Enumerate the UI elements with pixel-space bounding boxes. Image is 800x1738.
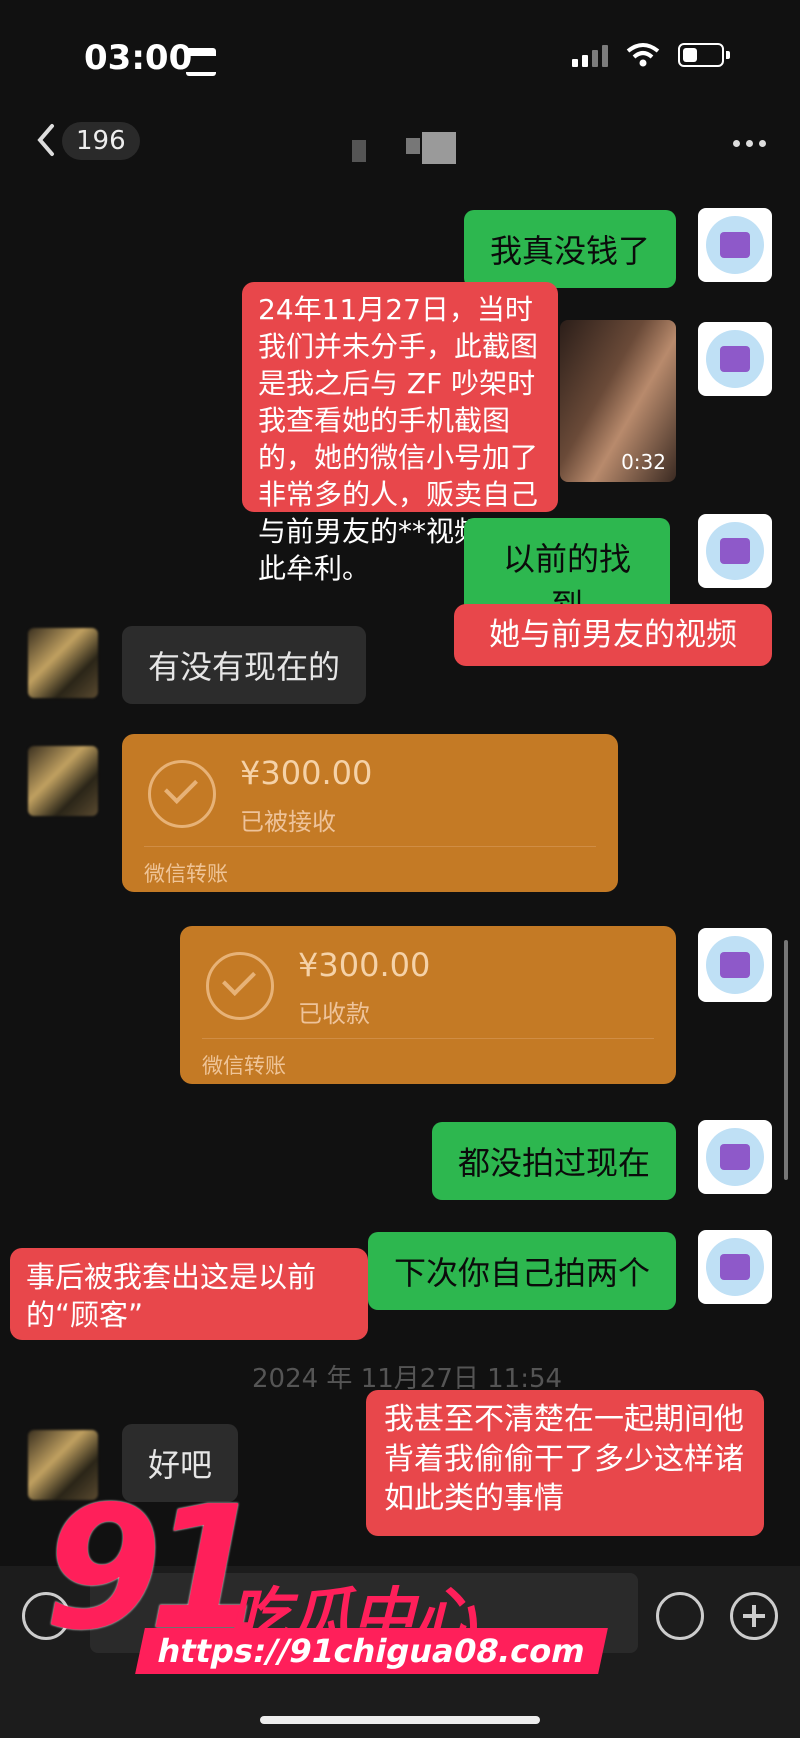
self-avatar[interactable] xyxy=(698,208,772,282)
contact-avatar[interactable] xyxy=(28,746,98,816)
watermark-url: https://91chigua08.com xyxy=(135,1628,608,1674)
transfer-amount: ¥300.00 xyxy=(298,946,431,984)
self-avatar[interactable] xyxy=(698,1230,772,1304)
transfer-amount: ¥300.00 xyxy=(240,754,373,792)
status-icons xyxy=(572,42,730,68)
scrollbar[interactable] xyxy=(784,940,788,1180)
transfer-label: 微信转账 xyxy=(202,1054,286,1078)
home-indicator xyxy=(260,1716,540,1724)
sleep-icon xyxy=(186,48,216,76)
transfer-status: 已收款 xyxy=(298,1000,370,1028)
transfer-status: 已被接收 xyxy=(240,808,336,836)
transfer-card[interactable]: ¥300.00 已收款 微信转账 xyxy=(180,926,676,1084)
contact-avatar[interactable] xyxy=(28,628,98,698)
annotation-box: 24年11月27日，当时我们并未分手，此截图是我之后与 ZF 吵架时我查看她的手… xyxy=(242,282,558,585)
annotation-box: 她与前男友的视频 xyxy=(454,604,772,666)
emoji-icon[interactable] xyxy=(656,1592,704,1640)
self-avatar[interactable] xyxy=(698,514,772,588)
message-bubble-self[interactable]: 都没拍过现在 xyxy=(432,1122,677,1200)
annotation-box: 事后被我套出这是以前的“顾客” xyxy=(10,1248,368,1340)
self-avatar[interactable] xyxy=(698,322,772,396)
message-bubble-self[interactable]: 下次你自己拍两个 xyxy=(368,1232,677,1310)
status-time: 03:00 xyxy=(84,38,193,78)
battery-icon xyxy=(678,43,730,67)
transfer-card[interactable]: ¥300.00 已被接收 微信转账 xyxy=(122,734,618,892)
video-message[interactable]: 0:32 xyxy=(560,320,676,482)
self-avatar[interactable] xyxy=(698,1120,772,1194)
wifi-icon xyxy=(626,43,660,67)
transfer-check-icon xyxy=(148,760,216,828)
signal-icon xyxy=(572,43,608,67)
more-options-icon[interactable] xyxy=(733,140,766,147)
unread-count-badge[interactable]: 196 xyxy=(62,122,140,160)
transfer-label: 微信转账 xyxy=(144,862,228,886)
message-bubble-self[interactable]: 我真没钱了 xyxy=(464,210,677,288)
plus-icon[interactable] xyxy=(730,1592,778,1640)
transfer-check-icon xyxy=(206,952,274,1020)
chat-title-blurred xyxy=(352,132,462,164)
video-duration: 0:32 xyxy=(621,450,666,474)
self-avatar[interactable] xyxy=(698,928,772,1002)
message-bubble-contact[interactable]: 有没有现在的 xyxy=(122,626,367,704)
annotation-box: 我甚至不清楚在一起期间他背着我偷偷干了多少这样诸如此类的事情 xyxy=(366,1390,764,1536)
